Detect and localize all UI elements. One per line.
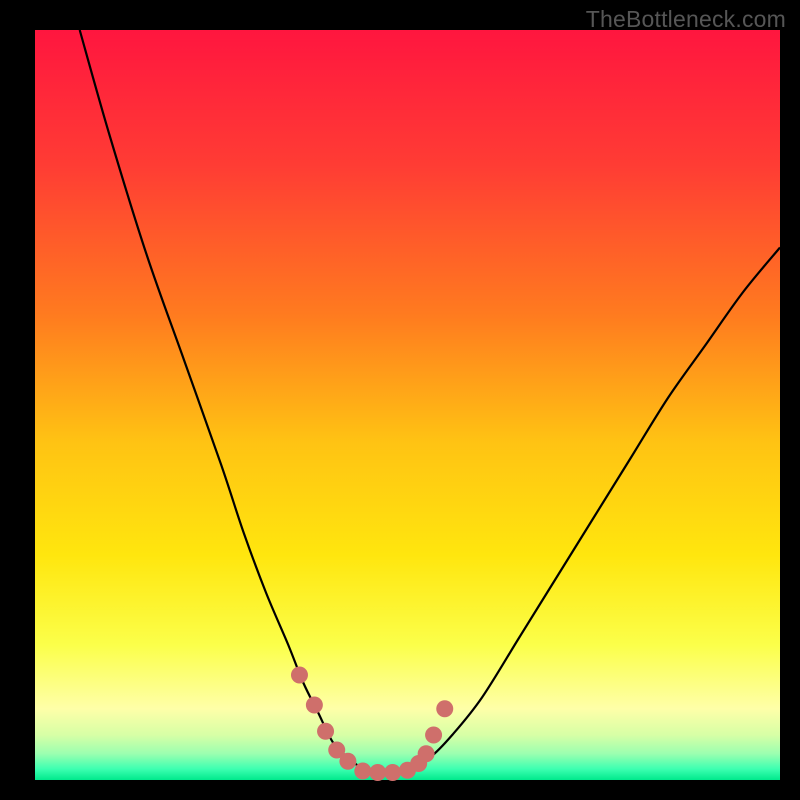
bottleneck-chart xyxy=(0,0,800,800)
marker-dot xyxy=(354,763,371,780)
marker-dot xyxy=(436,700,453,717)
marker-dot xyxy=(339,753,356,770)
marker-dot xyxy=(425,727,442,744)
marker-dot xyxy=(306,697,323,714)
plot-area xyxy=(35,30,780,780)
marker-dot xyxy=(369,764,386,781)
marker-dot xyxy=(317,723,334,740)
marker-dot xyxy=(291,667,308,684)
marker-dot xyxy=(418,745,435,762)
chart-stage: TheBottleneck.com xyxy=(0,0,800,800)
marker-dot xyxy=(384,764,401,781)
